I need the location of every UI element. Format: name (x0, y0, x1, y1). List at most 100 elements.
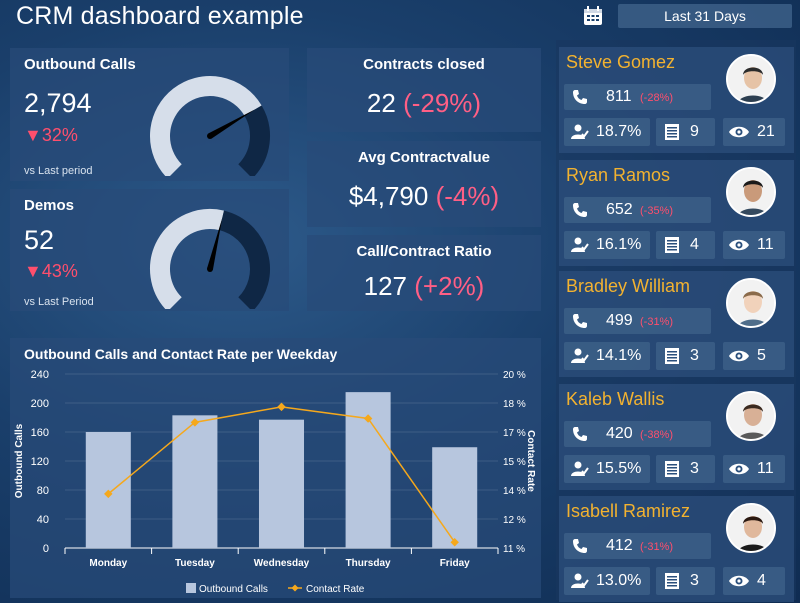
contracts-closed-card: Contracts closed 22 (-29%) (307, 48, 541, 132)
contact-rate-point (277, 402, 286, 412)
phone-icon (572, 202, 588, 223)
demos-gauge-rest (218, 210, 270, 309)
calls-change: (-31%) (640, 541, 674, 553)
demos-card: Demos 52 ▼43% vs Last Period (10, 189, 289, 311)
y-tick-label: 40 (37, 514, 49, 526)
y-tick-label: 0 (43, 543, 49, 555)
outbound-calls-card: Outbound Calls 2,794 ▼32% vs Last period (10, 48, 289, 181)
contracts-value: 3 (690, 572, 699, 589)
avg-contract-value-change: (-4%) (435, 181, 500, 211)
bar-friday (432, 447, 478, 548)
sales-rep-name: Isabell Ramirez (566, 501, 691, 521)
y2-tick-label: 20 % (503, 370, 526, 381)
x-tick-label: Monday (89, 558, 127, 569)
avatar (726, 167, 776, 217)
eye-icon (729, 349, 749, 368)
sales-rep-card[interactable]: Isabell Ramirez 412 (-31%) 13.0% 3 4 (559, 496, 794, 602)
calls-change: (-38%) (640, 429, 674, 441)
calls-change: (-35%) (640, 205, 674, 217)
sales-rep-name: Ryan Ramos (566, 165, 671, 185)
avg-contract-value-row: $4,790 (-4%) (307, 181, 541, 212)
legend-bar-swatch (186, 583, 196, 593)
contact-rate-stat: 18.7% (564, 118, 650, 146)
views-stat: 21 (723, 118, 785, 146)
y2-tick-label: 14 % (503, 486, 526, 497)
legend-contact-rate: Contact Rate (306, 584, 365, 595)
demos-change: ▼43% (24, 261, 78, 282)
call-contract-ratio-value: 127 (363, 271, 408, 301)
person-check-icon (571, 124, 589, 145)
calls-value: 652 (606, 201, 633, 218)
calls-stat: 420 (-38%) (564, 421, 711, 447)
sales-rep-card[interactable]: Steve Gomez 811 (-28%) 18.7% 9 21 (559, 47, 794, 153)
calls-value: 811 (606, 88, 632, 105)
avg-contract-value-card: Avg Contractvalue $4,790 (-4%) (307, 141, 541, 227)
contracts-value: 3 (690, 460, 699, 477)
contact-rate-stat: 16.1% (564, 231, 650, 259)
contact-rate-stat: 15.5% (564, 455, 650, 483)
y-tick-label: 200 (31, 398, 49, 410)
bar-wednesday (258, 419, 305, 548)
views-stat: 4 (723, 567, 785, 595)
phone-icon (572, 313, 588, 334)
calls-stat: 412 (-31%) (564, 533, 711, 559)
legend-line-marker (291, 584, 299, 592)
demos-change-value: 43% (41, 261, 78, 281)
sales-rep-name: Bradley William (566, 276, 691, 296)
calendar-icon[interactable] (582, 5, 604, 27)
contact-rate-value: 18.7% (596, 123, 642, 140)
eye-icon (729, 238, 749, 257)
sales-rep-card[interactable]: Bradley William 499 (-31%) 14.1% 3 5 (559, 271, 794, 377)
list-icon (665, 348, 679, 369)
contracts-stat: 3 (656, 567, 715, 595)
views-value: 4 (757, 572, 766, 589)
page-title: CRM dashboard example (16, 2, 304, 30)
contracts-stat: 4 (656, 231, 715, 259)
person-check-icon (571, 461, 589, 482)
views-value: 11 (757, 460, 774, 477)
outbound-calls-title: Outbound Calls (24, 56, 136, 73)
avatar (726, 54, 776, 104)
x-tick-label: Friday (440, 558, 470, 569)
views-stat: 5 (723, 342, 785, 370)
sales-rep-card[interactable]: Kaleb Wallis 420 (-38%) 15.5% 3 11 (559, 384, 794, 490)
contracts-stat: 3 (656, 455, 715, 483)
y-tick-label: 240 (31, 369, 49, 381)
legend-outbound-calls: Outbound Calls (199, 584, 268, 595)
phone-icon (572, 89, 588, 110)
sales-rep-card[interactable]: Ryan Ramos 652 (-35%) 16.1% 4 11 (559, 160, 794, 266)
y2-tick-label: 11 % (503, 544, 525, 555)
outbound-calls-change: ▼32% (24, 125, 78, 146)
contracts-value: 4 (690, 236, 699, 253)
contact-rate-value: 15.5% (596, 460, 642, 477)
outbound-calls-gauge-rest (237, 105, 270, 176)
x-tick-label: Wednesday (254, 558, 310, 569)
outbound-calls-sub: vs Last period (24, 165, 93, 177)
y-axis-label: Outbound Calls (14, 423, 25, 498)
contracts-stat: 9 (656, 118, 715, 146)
y-tick-label: 120 (31, 456, 49, 468)
list-icon (665, 237, 679, 258)
y-tick-label: 80 (37, 485, 49, 497)
call-contract-ratio-title: Call/Contract Ratio (356, 243, 492, 260)
contact-rate-value: 13.0% (596, 572, 642, 589)
views-value: 21 (757, 123, 775, 140)
calls-value: 499 (606, 312, 633, 329)
y2-tick-label: 18 % (503, 399, 526, 410)
sales-rep-name: Kaleb Wallis (566, 389, 665, 409)
y2-axis-label: Contact Rate (525, 430, 536, 492)
contracts-stat: 3 (656, 342, 715, 370)
demos-value: 52 (24, 225, 55, 255)
call-contract-ratio-row: 127 (+2%) (307, 271, 541, 302)
views-stat: 11 (723, 455, 785, 483)
call-contract-ratio-change: (+2%) (414, 271, 485, 301)
phone-icon (572, 538, 588, 559)
list-icon (665, 573, 679, 594)
y2-tick-label: 12 % (503, 515, 526, 526)
date-range-button[interactable]: Last 31 Days (618, 4, 792, 28)
views-stat: 11 (723, 231, 785, 259)
y-tick-label: 160 (31, 427, 49, 439)
views-value: 5 (757, 347, 766, 364)
down-arrow-icon: ▼ (24, 125, 42, 145)
list-icon (665, 124, 679, 145)
